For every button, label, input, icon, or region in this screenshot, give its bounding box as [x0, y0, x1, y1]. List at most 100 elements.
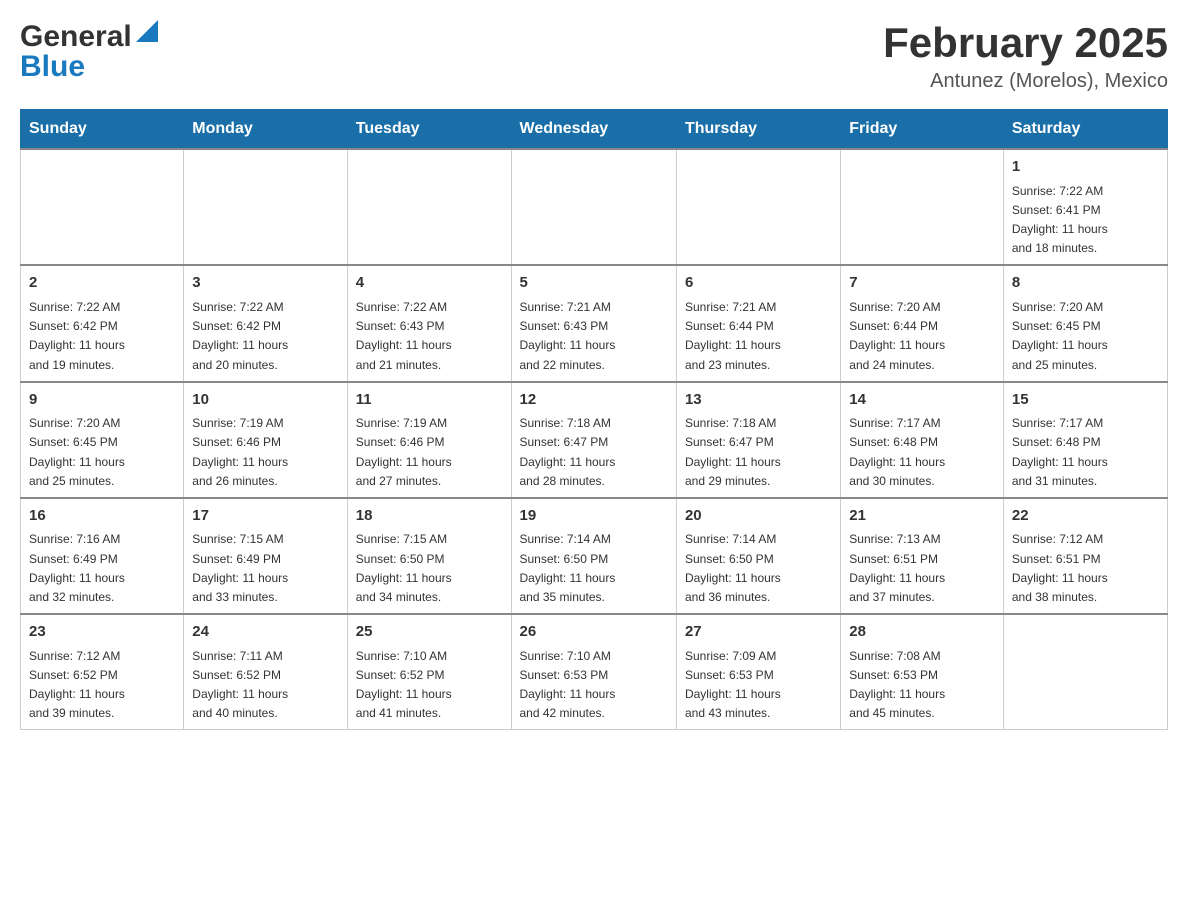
calendar-cell: 25Sunrise: 7:10 AMSunset: 6:52 PMDayligh… [347, 614, 511, 730]
calendar-week-row: 16 Sunrise: 7:16 AMSunset: 6:49 PMDayligh… [21, 498, 1168, 614]
calendar-cell: 8 Sunrise: 7:20 AMSunset: 6:45 PMDaylight… [1003, 265, 1167, 381]
calendar-cell: 13 Sunrise: 7:18 AMSunset: 6:47 PMDayligh… [676, 382, 840, 498]
header-friday: Friday [841, 110, 1004, 150]
calendar-cell: 17 Sunrise: 7:15 AMSunset: 6:49 PMDayligh… [184, 498, 347, 614]
calendar-cell: 20 Sunrise: 7:14 AMSunset: 6:50 PMDayligh… [676, 498, 840, 614]
calendar-cell [347, 149, 511, 265]
day-info: Sunrise: 7:12 AMSunset: 6:51 PMDaylight:… [1012, 532, 1108, 604]
calendar-cell [21, 149, 184, 265]
day-number: 23 [29, 621, 175, 644]
calendar-cell [184, 149, 347, 265]
calendar-cell [676, 149, 840, 265]
day-info: Sunrise: 7:22 AMSunset: 6:41 PMDaylight:… [1012, 184, 1108, 256]
header-tuesday: Tuesday [347, 110, 511, 150]
day-info: Sunrise: 7:10 AMSunset: 6:53 PMDaylight:… [520, 649, 616, 721]
calendar-cell: 24 Sunrise: 7:11 AMSunset: 6:52 PMDayligh… [184, 614, 347, 730]
day-number: 5 [520, 272, 668, 295]
calendar-cell: 15Sunrise: 7:17 AMSunset: 6:48 PMDayligh… [1003, 382, 1167, 498]
day-info: Sunrise: 7:22 AMSunset: 6:42 PMDaylight:… [192, 300, 288, 372]
day-number: 16 [29, 505, 175, 528]
calendar-cell: 28Sunrise: 7:08 AMSunset: 6:53 PMDayligh… [841, 614, 1004, 730]
calendar-cell: 5 Sunrise: 7:21 AMSunset: 6:43 PMDaylight… [511, 265, 676, 381]
calendar-cell: 23Sunrise: 7:12 AMSunset: 6:52 PMDayligh… [21, 614, 184, 730]
calendar-cell: 9 Sunrise: 7:20 AMSunset: 6:45 PMDaylight… [21, 382, 184, 498]
calendar-cell: 1 Sunrise: 7:22 AMSunset: 6:41 PMDaylight… [1003, 149, 1167, 265]
day-number: 21 [849, 505, 995, 528]
day-number: 27 [685, 621, 832, 644]
header-monday: Monday [184, 110, 347, 150]
header-wednesday: Wednesday [511, 110, 676, 150]
calendar-cell: 3 Sunrise: 7:22 AMSunset: 6:42 PMDaylight… [184, 265, 347, 381]
day-info: Sunrise: 7:18 AMSunset: 6:47 PMDaylight:… [685, 416, 781, 488]
calendar-cell: 21Sunrise: 7:13 AMSunset: 6:51 PMDayligh… [841, 498, 1004, 614]
day-info: Sunrise: 7:18 AMSunset: 6:47 PMDaylight:… [520, 416, 616, 488]
calendar-cell: 6Sunrise: 7:21 AMSunset: 6:44 PMDaylight… [676, 265, 840, 381]
day-number: 17 [192, 505, 338, 528]
calendar-cell [1003, 614, 1167, 730]
location: Antunez (Morelos), Mexico [883, 70, 1168, 93]
calendar-cell: 2Sunrise: 7:22 AMSunset: 6:42 PMDaylight… [21, 265, 184, 381]
calendar-body: 1 Sunrise: 7:22 AMSunset: 6:41 PMDaylight… [21, 149, 1168, 730]
calendar-cell: 16 Sunrise: 7:16 AMSunset: 6:49 PMDayligh… [21, 498, 184, 614]
day-number: 20 [685, 505, 832, 528]
page-header: General Blue February 2025 Antunez (More… [20, 20, 1168, 93]
calendar-cell: 12 Sunrise: 7:18 AMSunset: 6:47 PMDayligh… [511, 382, 676, 498]
day-info: Sunrise: 7:17 AMSunset: 6:48 PMDaylight:… [1012, 416, 1108, 488]
day-number: 13 [685, 389, 832, 412]
logo-blue-text: Blue [20, 50, 85, 84]
calendar-table: Sunday Monday Tuesday Wednesday Thursday… [20, 109, 1168, 730]
day-number: 8 [1012, 272, 1159, 295]
calendar-cell: 18 Sunrise: 7:15 AMSunset: 6:50 PMDayligh… [347, 498, 511, 614]
calendar-cell: 26 Sunrise: 7:10 AMSunset: 6:53 PMDayligh… [511, 614, 676, 730]
day-info: Sunrise: 7:20 AMSunset: 6:45 PMDaylight:… [1012, 300, 1108, 372]
calendar-cell: 22Sunrise: 7:12 AMSunset: 6:51 PMDayligh… [1003, 498, 1167, 614]
day-info: Sunrise: 7:14 AMSunset: 6:50 PMDaylight:… [520, 532, 616, 604]
header-thursday: Thursday [676, 110, 840, 150]
day-info: Sunrise: 7:22 AMSunset: 6:43 PMDaylight:… [356, 300, 452, 372]
day-info: Sunrise: 7:14 AMSunset: 6:50 PMDaylight:… [685, 532, 781, 604]
day-info: Sunrise: 7:09 AMSunset: 6:53 PMDaylight:… [685, 649, 781, 721]
day-number: 26 [520, 621, 668, 644]
day-info: Sunrise: 7:19 AMSunset: 6:46 PMDaylight:… [192, 416, 288, 488]
calendar-cell: 11Sunrise: 7:19 AMSunset: 6:46 PMDayligh… [347, 382, 511, 498]
day-number: 19 [520, 505, 668, 528]
day-number: 3 [192, 272, 338, 295]
calendar-cell: 7Sunrise: 7:20 AMSunset: 6:44 PMDaylight… [841, 265, 1004, 381]
day-info: Sunrise: 7:17 AMSunset: 6:48 PMDaylight:… [849, 416, 945, 488]
day-number: 14 [849, 389, 995, 412]
header-sunday: Sunday [21, 110, 184, 150]
logo-general-text: General [20, 20, 132, 54]
month-title: February 2025 [883, 20, 1168, 66]
day-info: Sunrise: 7:15 AMSunset: 6:49 PMDaylight:… [192, 532, 288, 604]
calendar-header: Sunday Monday Tuesday Wednesday Thursday… [21, 110, 1168, 150]
day-number: 9 [29, 389, 175, 412]
day-number: 2 [29, 272, 175, 295]
day-info: Sunrise: 7:08 AMSunset: 6:53 PMDaylight:… [849, 649, 945, 721]
day-number: 18 [356, 505, 503, 528]
day-number: 1 [1012, 156, 1159, 179]
calendar-cell [511, 149, 676, 265]
day-info: Sunrise: 7:19 AMSunset: 6:46 PMDaylight:… [356, 416, 452, 488]
day-info: Sunrise: 7:15 AMSunset: 6:50 PMDaylight:… [356, 532, 452, 604]
header-saturday: Saturday [1003, 110, 1167, 150]
calendar-cell: 27 Sunrise: 7:09 AMSunset: 6:53 PMDayligh… [676, 614, 840, 730]
day-info: Sunrise: 7:11 AMSunset: 6:52 PMDaylight:… [192, 649, 288, 721]
day-info: Sunrise: 7:10 AMSunset: 6:52 PMDaylight:… [356, 649, 452, 721]
calendar-cell: 19 Sunrise: 7:14 AMSunset: 6:50 PMDayligh… [511, 498, 676, 614]
day-number: 12 [520, 389, 668, 412]
day-number: 24 [192, 621, 338, 644]
day-info: Sunrise: 7:21 AMSunset: 6:44 PMDaylight:… [685, 300, 781, 372]
calendar-week-row: 2 Sunrise: 7:22 AMSunset: 6:42 PMDaylight… [21, 265, 1168, 381]
calendar-cell: 4 Sunrise: 7:22 AMSunset: 6:43 PMDaylight… [347, 265, 511, 381]
logo: General Blue [20, 20, 158, 84]
calendar-week-row: 9 Sunrise: 7:20 AMSunset: 6:45 PMDaylight… [21, 382, 1168, 498]
logo-triangle-icon [136, 20, 158, 47]
day-info: Sunrise: 7:16 AMSunset: 6:49 PMDaylight:… [29, 532, 125, 604]
day-number: 4 [356, 272, 503, 295]
calendar-cell: 10 Sunrise: 7:19 AMSunset: 6:46 PMDayligh… [184, 382, 347, 498]
title-section: February 2025 Antunez (Morelos), Mexico [883, 20, 1168, 93]
day-info: Sunrise: 7:20 AMSunset: 6:45 PMDaylight:… [29, 416, 125, 488]
day-number: 10 [192, 389, 338, 412]
day-header-row: Sunday Monday Tuesday Wednesday Thursday… [21, 110, 1168, 150]
day-info: Sunrise: 7:21 AMSunset: 6:43 PMDaylight:… [520, 300, 616, 372]
